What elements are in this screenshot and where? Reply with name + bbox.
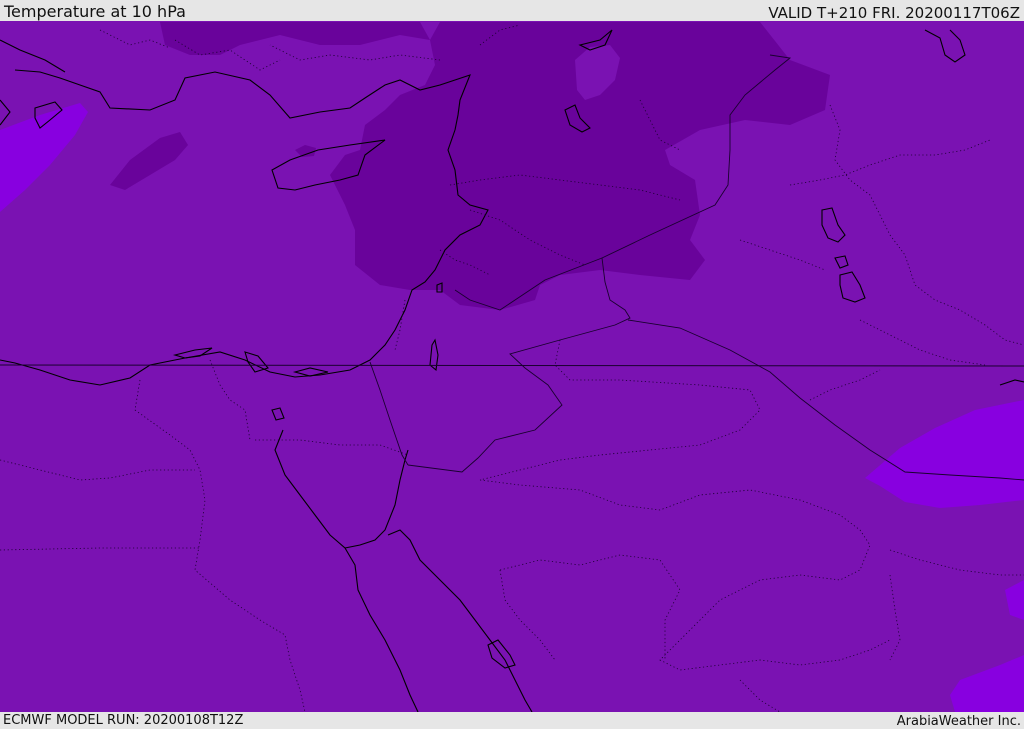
map-title: Temperature at 10 hPa <box>4 2 186 21</box>
credit-label: ArabiaWeather Inc. <box>896 714 1021 729</box>
temperature-map[interactable] <box>0 21 1024 712</box>
footer-bar: ECMWF MODEL RUN: 20200108T12Z ArabiaWeat… <box>0 712 1024 729</box>
weather-map-view: Temperature at 10 hPa VALID T+210 FRI. 2… <box>0 0 1024 729</box>
valid-time: VALID T+210 FRI. 20200117T06Z <box>768 4 1020 22</box>
header-bar: Temperature at 10 hPa VALID T+210 FRI. 2… <box>0 0 1024 21</box>
model-run-label: ECMWF MODEL RUN: 20200108T12Z <box>3 713 244 728</box>
